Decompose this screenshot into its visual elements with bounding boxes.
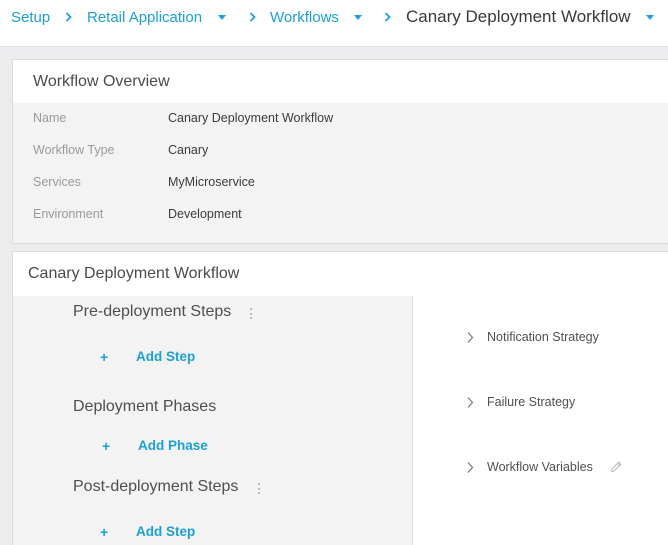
chevron-right-icon	[65, 12, 72, 22]
chevron-right-icon	[384, 12, 391, 22]
kebab-icon[interactable]	[250, 308, 253, 319]
workflow-detail-title: Canary Deployment Workflow	[28, 265, 240, 282]
field-value-environment: Development	[168, 207, 242, 221]
add-step-button[interactable]: Add Step	[136, 349, 195, 364]
chevron-right-icon	[249, 12, 256, 22]
breadcrumb-workflows[interactable]: Workflows	[270, 9, 339, 26]
field-label-services: Services	[33, 175, 81, 189]
kebab-icon[interactable]	[258, 483, 261, 494]
workflow-overview-header: Workflow Overview	[13, 60, 668, 103]
caret-down-icon[interactable]	[646, 15, 654, 20]
add-step-button[interactable]: Add Step	[136, 524, 195, 539]
workflow-variables-link[interactable]: Workflow Variables	[487, 460, 593, 474]
caret-down-icon[interactable]	[354, 15, 362, 20]
plus-icon[interactable]: +	[100, 349, 108, 365]
chevron-right-icon[interactable]	[467, 461, 474, 474]
section-title-deployment-phases: Deployment Phases	[73, 398, 217, 415]
caret-down-icon[interactable]	[218, 15, 226, 20]
workflow-settings-pane: Notification Strategy Failure Strategy W…	[412, 296, 668, 545]
field-value-services: MyMicroservice	[168, 175, 255, 189]
section-title-pre-deployment: Pre-deployment Steps	[73, 303, 232, 320]
field-value-workflow-type: Canary	[168, 143, 209, 157]
chevron-right-icon[interactable]	[467, 331, 474, 344]
workflow-overview-title: Workflow Overview	[33, 73, 170, 90]
workflow-detail-card: Canary Deployment Workflow Pre-deploymen…	[12, 251, 668, 545]
field-value-name: Canary Deployment Workflow	[168, 111, 334, 125]
breadcrumb-setup[interactable]: Setup	[11, 9, 50, 26]
section-title-post-deployment: Post-deployment Steps	[73, 478, 239, 495]
notification-strategy-link[interactable]: Notification Strategy	[487, 330, 599, 344]
add-phase-button[interactable]: Add Phase	[138, 438, 208, 453]
workflow-detail-header: Canary Deployment Workflow	[13, 252, 668, 296]
field-label-name: Name	[33, 111, 67, 125]
field-label-workflow-type: Workflow Type	[33, 143, 115, 157]
field-label-environment: Environment	[33, 207, 104, 221]
workflow-overview-card: Workflow Overview Name Canary Deployment…	[12, 59, 668, 244]
breadcrumb: Setup Retail Application Workflows Canar…	[0, 0, 668, 47]
breadcrumb-current: Canary Deployment Workflow	[406, 7, 631, 26]
plus-icon[interactable]: +	[102, 438, 110, 454]
plus-icon[interactable]: +	[100, 524, 108, 540]
chevron-right-icon[interactable]	[467, 396, 474, 409]
failure-strategy-link[interactable]: Failure Strategy	[487, 395, 575, 409]
breadcrumb-retail-application[interactable]: Retail Application	[87, 9, 202, 26]
pencil-icon[interactable]	[609, 460, 623, 474]
